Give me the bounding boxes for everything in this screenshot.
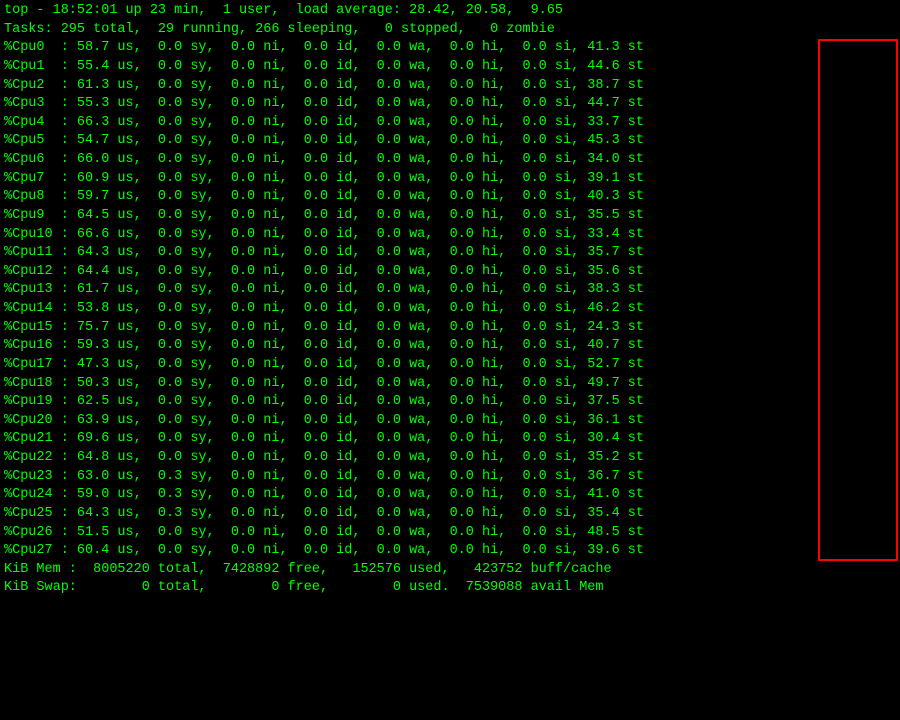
cpu-line-15: %Cpu15 : 75.7 us, 0.0 sy, 0.0 ni, 0.0 id… xyxy=(4,319,896,338)
cpu-line-22: %Cpu22 : 64.8 us, 0.0 sy, 0.0 ni, 0.0 id… xyxy=(4,449,896,468)
cpu-line-8: %Cpu8 : 59.7 us, 0.0 sy, 0.0 ni, 0.0 id,… xyxy=(4,188,896,207)
cpu-line-9: %Cpu9 : 64.5 us, 0.0 sy, 0.0 ni, 0.0 id,… xyxy=(4,207,896,226)
cpu-line-2: %Cpu2 : 61.3 us, 0.0 sy, 0.0 ni, 0.0 id,… xyxy=(4,77,896,96)
cpu-line-23: %Cpu23 : 63.0 us, 0.3 sy, 0.0 ni, 0.0 id… xyxy=(4,468,896,487)
cpu-line-3: %Cpu3 : 55.3 us, 0.0 sy, 0.0 ni, 0.0 id,… xyxy=(4,95,896,114)
mem-line: KiB Mem : 8005220 total, 7428892 free, 1… xyxy=(4,561,896,580)
cpu-line-24: %Cpu24 : 59.0 us, 0.3 sy, 0.0 ni, 0.0 id… xyxy=(4,486,896,505)
swap-line: KiB Swap: 0 total, 0 free, 0 used. 75390… xyxy=(4,579,896,598)
cpu-line-6: %Cpu6 : 66.0 us, 0.0 sy, 0.0 ni, 0.0 id,… xyxy=(4,151,896,170)
cpu-line-11: %Cpu11 : 64.3 us, 0.0 sy, 0.0 ni, 0.0 id… xyxy=(4,244,896,263)
cpu-line-16: %Cpu16 : 59.3 us, 0.0 sy, 0.0 ni, 0.0 id… xyxy=(4,337,896,356)
cpu-line-5: %Cpu5 : 54.7 us, 0.0 sy, 0.0 ni, 0.0 id,… xyxy=(4,132,896,151)
cpu-line-21: %Cpu21 : 69.6 us, 0.0 sy, 0.0 ni, 0.0 id… xyxy=(4,430,896,449)
cpu-line-14: %Cpu14 : 53.8 us, 0.0 sy, 0.0 ni, 0.0 id… xyxy=(4,300,896,319)
cpu-line-20: %Cpu20 : 63.9 us, 0.0 sy, 0.0 ni, 0.0 id… xyxy=(4,412,896,431)
cpu-line-18: %Cpu18 : 50.3 us, 0.0 sy, 0.0 ni, 0.0 id… xyxy=(4,375,896,394)
cpu-line-17: %Cpu17 : 47.3 us, 0.0 sy, 0.0 ni, 0.0 id… xyxy=(4,356,896,375)
cpu-line-0: %Cpu0 : 58.7 us, 0.0 sy, 0.0 ni, 0.0 id,… xyxy=(4,39,896,58)
cpu-line-7: %Cpu7 : 60.9 us, 0.0 sy, 0.0 ni, 0.0 id,… xyxy=(4,170,896,189)
cpu-line-26: %Cpu26 : 51.5 us, 0.0 sy, 0.0 ni, 0.0 id… xyxy=(4,524,896,543)
cpu-line-19: %Cpu19 : 62.5 us, 0.0 sy, 0.0 ni, 0.0 id… xyxy=(4,393,896,412)
tasks-line: Tasks: 295 total, 29 running, 266 sleepi… xyxy=(4,21,896,40)
cpu-line-4: %Cpu4 : 66.3 us, 0.0 sy, 0.0 ni, 0.0 id,… xyxy=(4,114,896,133)
cpu-line-25: %Cpu25 : 64.3 us, 0.3 sy, 0.0 ni, 0.0 id… xyxy=(4,505,896,524)
cpu-line-13: %Cpu13 : 61.7 us, 0.0 sy, 0.0 ni, 0.0 id… xyxy=(4,281,896,300)
cpu-line-12: %Cpu12 : 64.4 us, 0.0 sy, 0.0 ni, 0.0 id… xyxy=(4,263,896,282)
cpu-line-1: %Cpu1 : 55.4 us, 0.0 sy, 0.0 ni, 0.0 id,… xyxy=(4,58,896,77)
top-header-line: top - 18:52:01 up 23 min, 1 user, load a… xyxy=(4,2,896,21)
cpu-line-10: %Cpu10 : 66.6 us, 0.0 sy, 0.0 ni, 0.0 id… xyxy=(4,226,896,245)
terminal-screen: top - 18:52:01 up 23 min, 1 user, load a… xyxy=(4,2,896,598)
cpu-section: %Cpu0 : 58.7 us, 0.0 sy, 0.0 ni, 0.0 id,… xyxy=(4,39,896,561)
cpu-line-27: %Cpu27 : 60.4 us, 0.0 sy, 0.0 ni, 0.0 id… xyxy=(4,542,896,561)
